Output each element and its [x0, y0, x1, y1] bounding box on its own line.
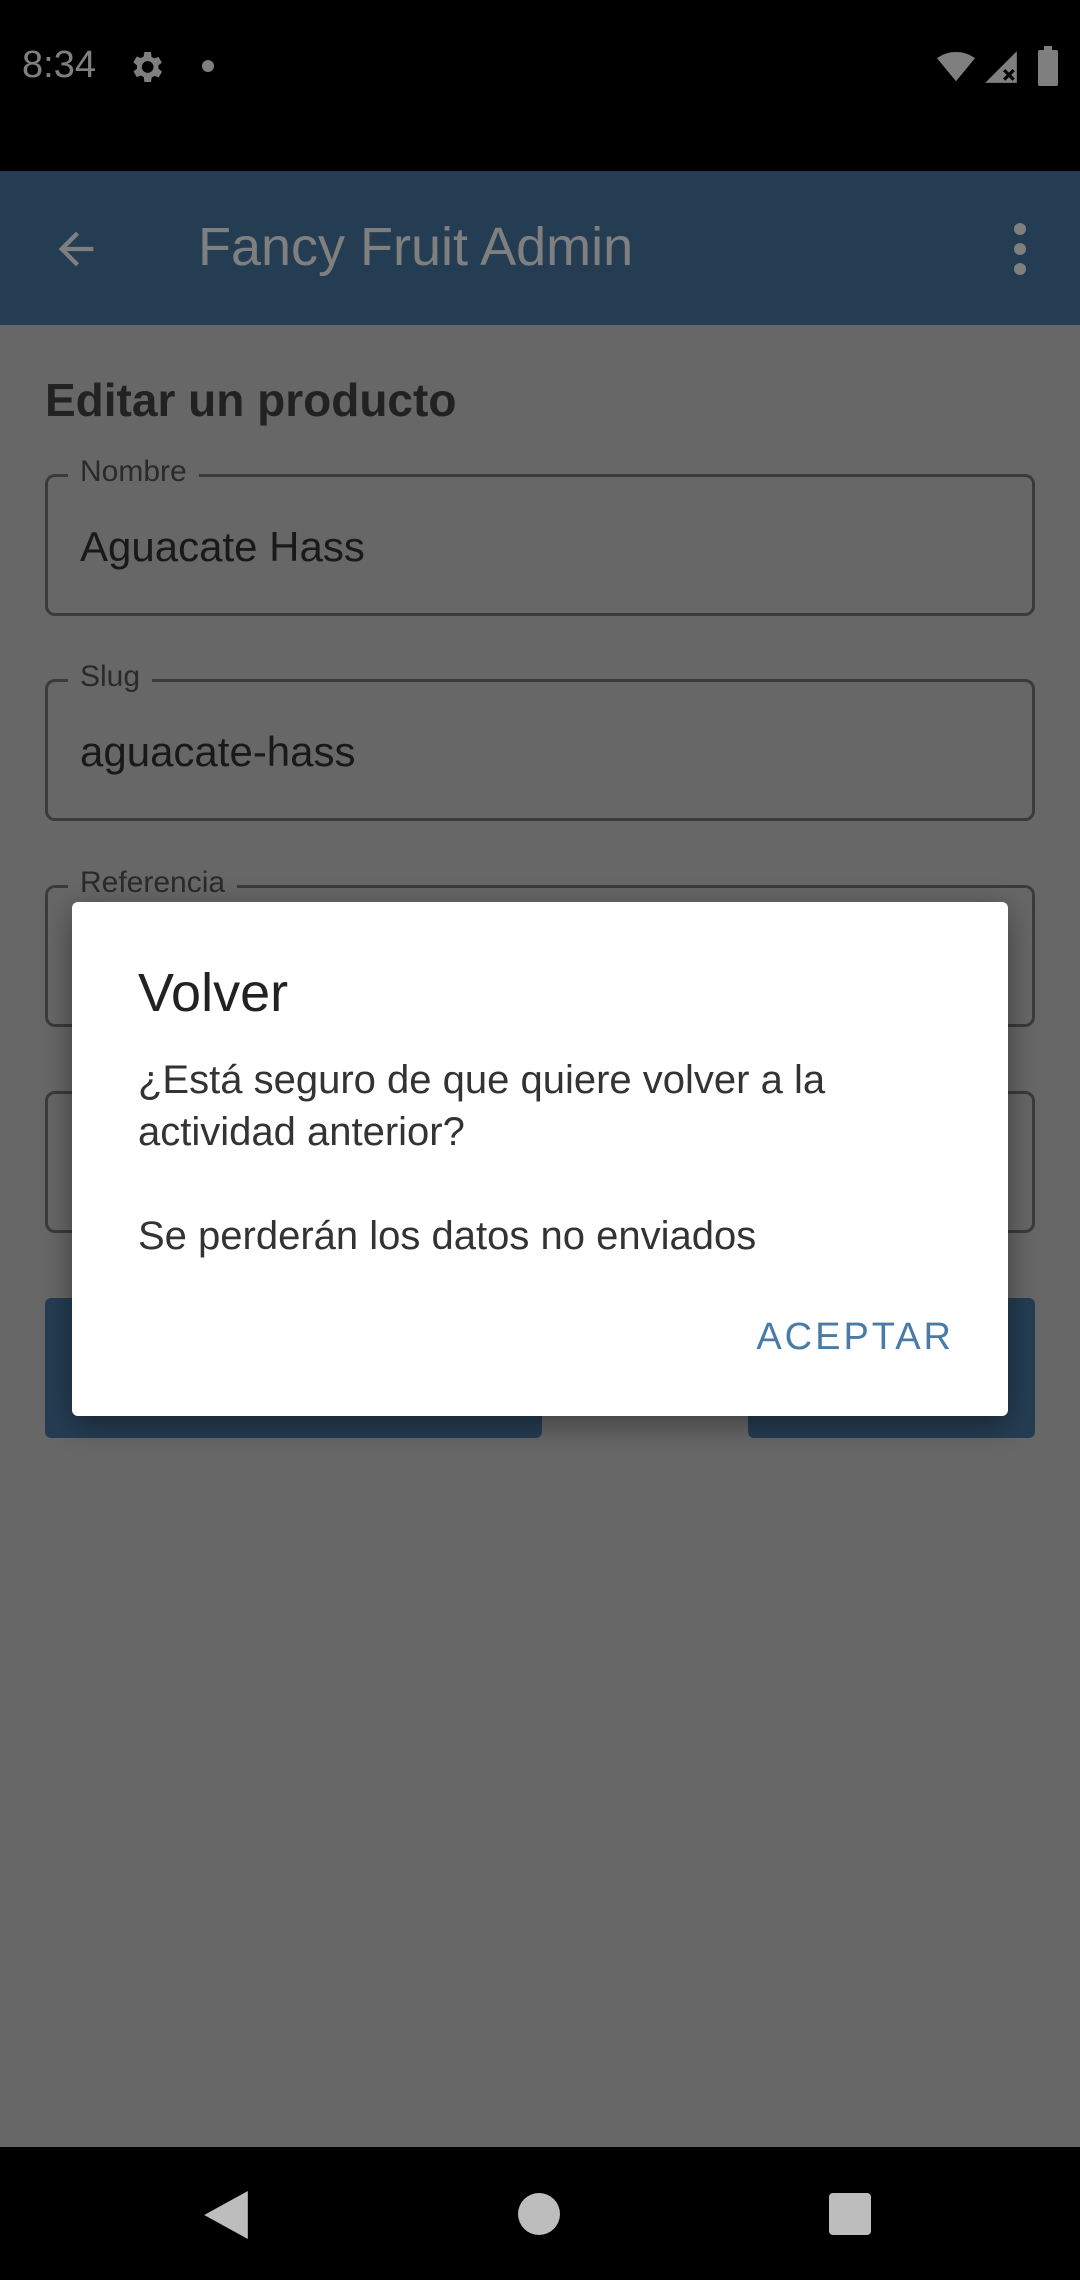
- nav-back-icon[interactable]: [204, 2191, 248, 2239]
- nav-bar: [0, 2147, 1080, 2280]
- nav-home-icon[interactable]: [518, 2193, 560, 2235]
- nav-recents-icon[interactable]: [829, 2193, 871, 2235]
- dialog-title: Volver: [138, 963, 289, 1023]
- confirm-dialog: Volver ¿Está seguro de que quiere volver…: [72, 902, 1008, 1416]
- dialog-message: ¿Está seguro de que quiere volver a la a…: [138, 1058, 826, 1258]
- accept-button[interactable]: ACEPTAR: [756, 1316, 954, 1359]
